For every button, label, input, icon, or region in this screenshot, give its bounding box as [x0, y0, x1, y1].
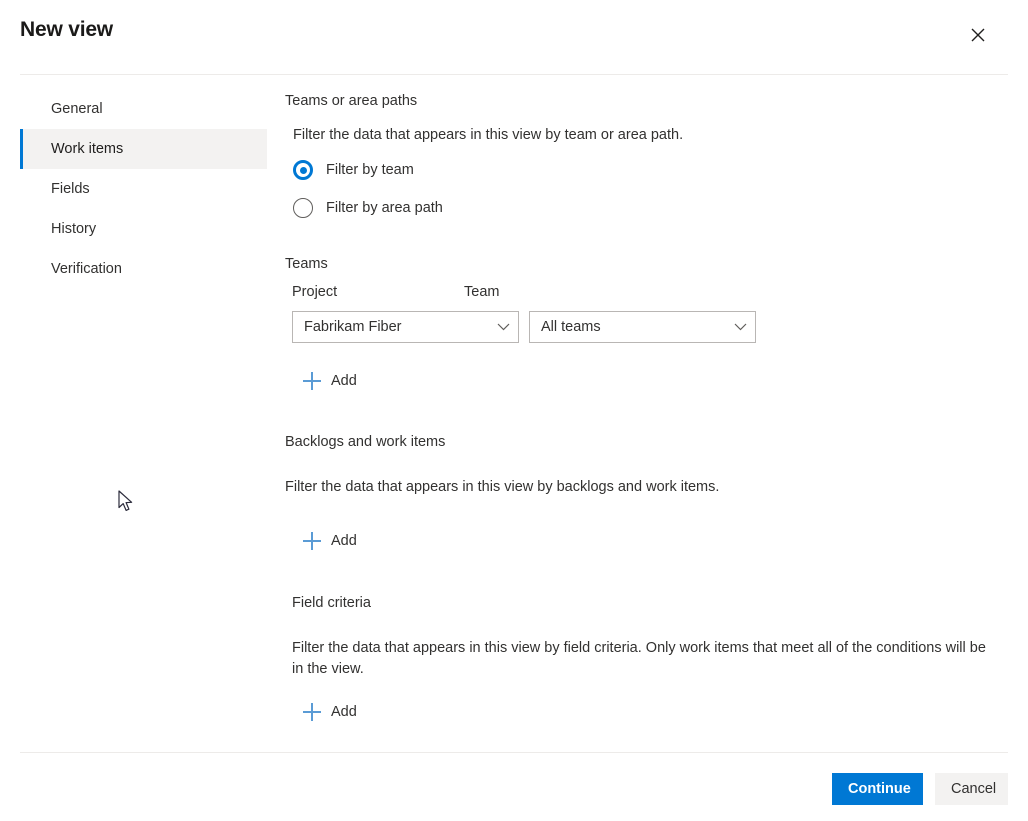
- field-criteria-heading: Field criteria: [292, 595, 371, 611]
- sidebar-item-label: General: [51, 101, 103, 117]
- header-divider: [20, 74, 1008, 75]
- dialog-footer: Continue Cancel: [0, 753, 1028, 821]
- close-icon: [971, 28, 985, 42]
- teams-heading: Teams: [285, 256, 328, 272]
- sidebar-item-label: History: [51, 221, 96, 237]
- sidebar-item-work-items[interactable]: Work items: [20, 129, 267, 169]
- add-backlog-button[interactable]: Add: [303, 528, 357, 554]
- sidebar-item-label: Verification: [51, 261, 122, 277]
- radio-filter-by-area-path[interactable]: Filter by area path: [293, 189, 443, 227]
- plus-icon: [303, 532, 321, 550]
- radio-label: Filter by area path: [326, 200, 443, 216]
- field-criteria-description: Filter the data that appears in this vie…: [292, 638, 998, 680]
- close-button[interactable]: [958, 15, 998, 55]
- backlogs-and-work-items-description: Filter the data that appears in this vie…: [285, 477, 719, 498]
- sidebar-item-history[interactable]: History: [20, 209, 267, 249]
- add-field-criteria-button[interactable]: Add: [303, 699, 357, 725]
- radio-filter-by-team[interactable]: Filter by team: [293, 151, 443, 189]
- project-dropdown-value: Fabrikam Fiber: [293, 319, 488, 335]
- project-dropdown[interactable]: Fabrikam Fiber: [292, 311, 519, 343]
- continue-button[interactable]: Continue: [832, 773, 923, 805]
- dialog-header: New view: [0, 0, 1028, 74]
- add-label: Add: [331, 533, 357, 549]
- add-team-button[interactable]: Add: [303, 368, 357, 394]
- team-dropdown[interactable]: All teams: [529, 311, 756, 343]
- teams-or-area-paths-heading: Teams or area paths: [285, 93, 417, 109]
- cancel-button[interactable]: Cancel: [935, 773, 1008, 805]
- mouse-cursor: [118, 490, 135, 519]
- chevron-down-icon: [488, 323, 518, 331]
- radio-button-icon-unchecked: [293, 198, 313, 218]
- radio-label: Filter by team: [326, 162, 414, 178]
- filter-mode-radio-group: Filter by team Filter by area path: [293, 151, 443, 227]
- backlogs-and-work-items-heading: Backlogs and work items: [285, 434, 445, 450]
- sidebar-item-fields[interactable]: Fields: [20, 169, 267, 209]
- team-dropdown-value: All teams: [530, 319, 725, 335]
- team-field-label: Team: [464, 284, 499, 300]
- add-label: Add: [331, 373, 357, 389]
- sidebar-item-label: Fields: [51, 181, 90, 197]
- teams-or-area-paths-description: Filter the data that appears in this vie…: [293, 125, 683, 146]
- chevron-down-icon: [725, 323, 755, 331]
- page-title: New view: [20, 18, 113, 42]
- sidebar-item-verification[interactable]: Verification: [20, 249, 267, 289]
- plus-icon: [303, 703, 321, 721]
- project-field-label: Project: [292, 284, 337, 300]
- add-label: Add: [331, 704, 357, 720]
- dialog-sidebar: General Work items Fields History Verifi…: [20, 89, 267, 289]
- sidebar-item-label: Work items: [51, 141, 123, 157]
- radio-button-icon-checked: [293, 160, 313, 180]
- sidebar-item-general[interactable]: General: [20, 89, 267, 129]
- plus-icon: [303, 372, 321, 390]
